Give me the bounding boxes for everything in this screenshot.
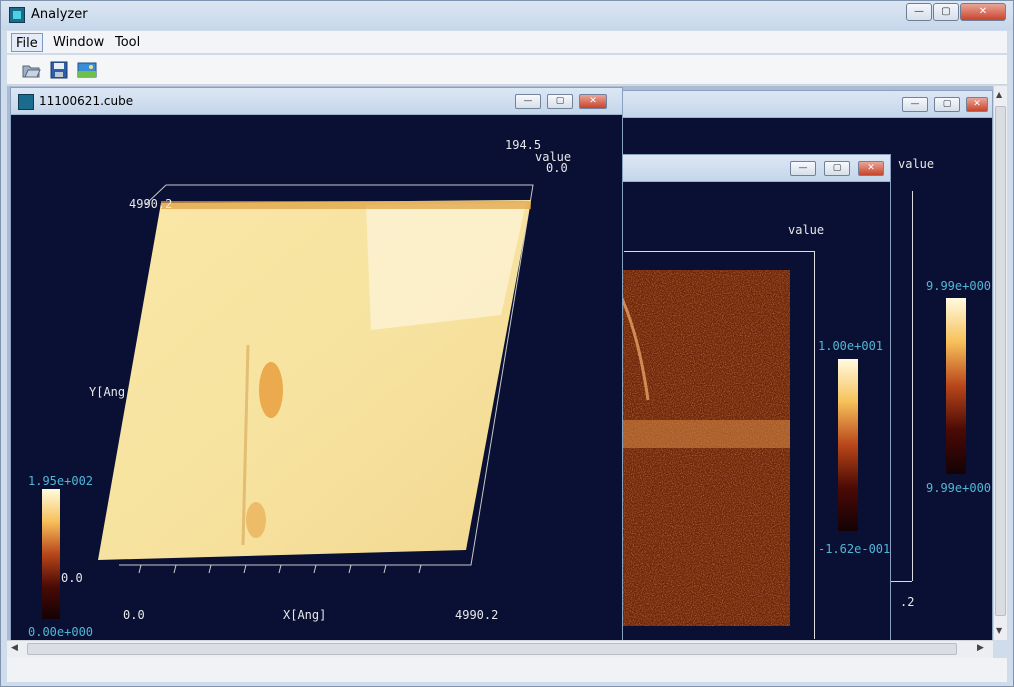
colorbar-max-label: 1.00e+001 xyxy=(818,339,884,353)
close-button[interactable]: ✕ xyxy=(966,97,988,112)
scroll-up-icon[interactable]: ▲ xyxy=(996,90,1002,99)
menu-window[interactable]: Window xyxy=(49,33,108,52)
app-icon xyxy=(9,7,25,23)
maximize-button[interactable]: ▢ xyxy=(934,97,960,112)
axis-line xyxy=(890,581,912,582)
afm-map-image xyxy=(618,270,790,626)
close-button[interactable]: ✕ xyxy=(579,94,607,109)
title-bar: Analyzer — ▢ ✕ xyxy=(1,1,1013,30)
minimize-button[interactable]: — xyxy=(790,161,816,176)
minimize-button[interactable]: — xyxy=(906,3,932,21)
horizontal-scrollbar[interactable]: ◀ ▶ xyxy=(7,640,993,658)
colorbar-max-label: 9.99e+000 xyxy=(926,279,992,293)
maximize-button[interactable]: ▢ xyxy=(824,161,850,176)
axis-line xyxy=(912,191,913,581)
toolbar xyxy=(7,55,1007,85)
child-window-back-titlebar[interactable]: — ▢ ✕ xyxy=(620,91,992,118)
cube-icon xyxy=(18,94,34,110)
scroll-left-icon[interactable]: ◀ xyxy=(11,643,18,653)
child-window-front-titlebar[interactable]: 11100621.cube — ▢ ✕ xyxy=(11,88,622,115)
mdi-workspace: — ▢ ✕ value 9.99e+000 9.99e+000 .2 — ▢ ✕… xyxy=(7,86,993,640)
value-label: value xyxy=(788,223,825,237)
menu-file[interactable]: File xyxy=(11,33,43,52)
colorbar xyxy=(838,359,858,531)
colorbar-min-label: 0.00e+000 xyxy=(28,625,94,639)
z-bottom-label: 0.0 xyxy=(61,571,83,585)
surface-plot xyxy=(98,184,534,574)
close-button[interactable]: ✕ xyxy=(960,3,1006,21)
colorbar-min-label: -1.62e-001 xyxy=(818,542,891,556)
menu-tool[interactable]: Tool xyxy=(111,33,144,52)
app-window: Analyzer — ▢ ✕ File Window Tool — ▢ ✕ va… xyxy=(0,0,1014,687)
minimize-button[interactable]: — xyxy=(515,94,541,109)
app-title: Analyzer xyxy=(31,7,88,22)
scroll-thumb[interactable] xyxy=(995,106,1006,616)
maximize-button[interactable]: ▢ xyxy=(933,3,959,21)
status-bar xyxy=(7,658,1007,682)
folder-open-icon[interactable] xyxy=(21,60,41,80)
value-label: value xyxy=(898,157,935,171)
scroll-right-icon[interactable]: ▶ xyxy=(977,643,984,653)
minimize-button[interactable]: — xyxy=(902,97,928,112)
axis-line xyxy=(624,251,814,252)
scroll-thumb[interactable] xyxy=(27,643,957,655)
child-window-front[interactable]: 11100621.cube — ▢ ✕ 194.5 value 0.0 4990… xyxy=(10,87,623,640)
axis-end-label: .2 xyxy=(900,595,915,609)
y-max-label: 4990.2 xyxy=(129,197,173,211)
scroll-down-icon[interactable]: ▼ xyxy=(996,626,1002,635)
vertical-scrollbar[interactable]: ▲ ▼ xyxy=(993,86,1007,640)
colorbar-max-label: 1.95e+002 xyxy=(28,474,94,488)
axis-line xyxy=(814,251,815,639)
menu-bar: File Window Tool xyxy=(7,31,1007,54)
x-max-label: 4990.2 xyxy=(455,608,499,622)
image-icon[interactable] xyxy=(77,60,97,80)
x-min-label: 0.0 xyxy=(123,608,145,622)
colorbar-min-label: 9.99e+000 xyxy=(926,481,992,495)
x-axis-label: X[Ang] xyxy=(283,608,327,622)
child-window-title: 11100621.cube xyxy=(39,94,134,108)
colorbar xyxy=(42,489,60,619)
colorbar xyxy=(946,298,966,474)
maximize-button[interactable]: ▢ xyxy=(547,94,573,109)
close-button[interactable]: ✕ xyxy=(858,161,884,176)
save-disk-icon[interactable] xyxy=(49,60,69,80)
y-axis-label: Y[Ang xyxy=(89,385,126,399)
